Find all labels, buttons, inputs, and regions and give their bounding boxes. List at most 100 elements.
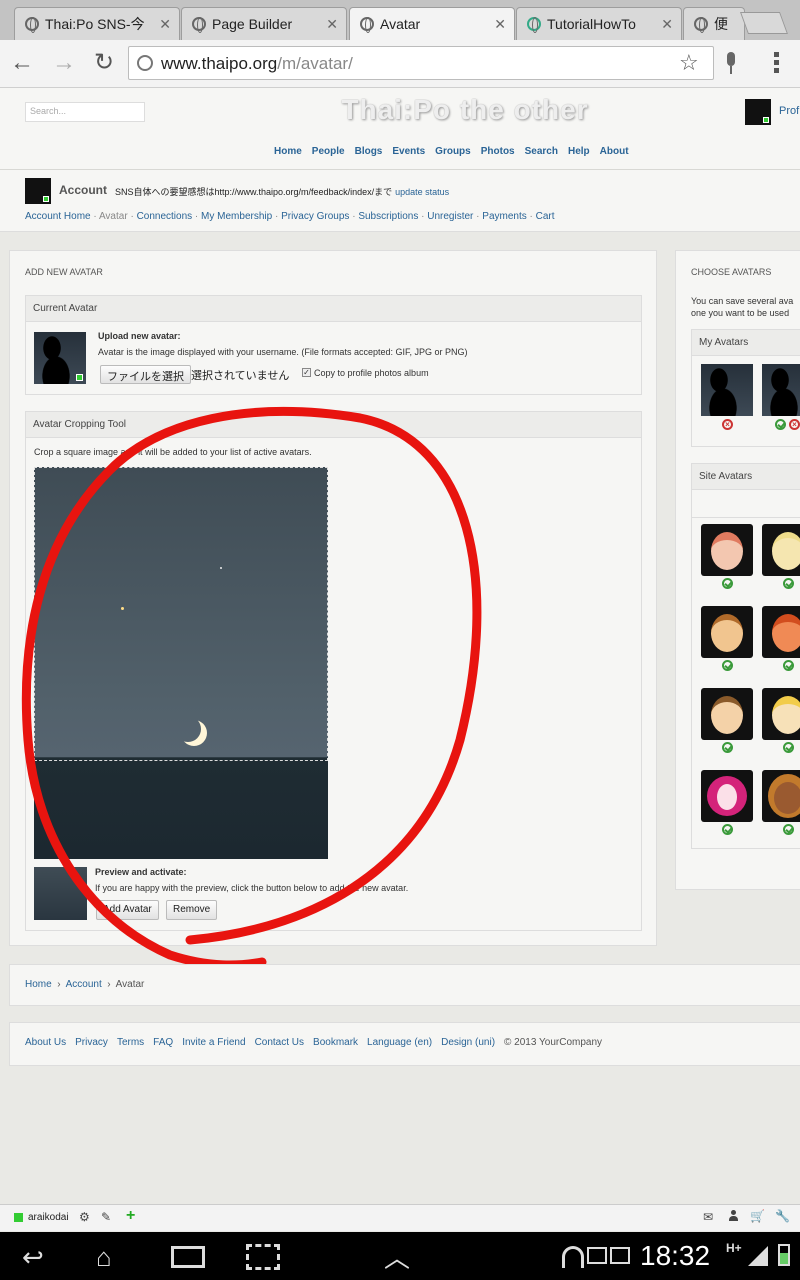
subnav-cart[interactable]: Cart (536, 211, 555, 222)
subnav-connections[interactable]: Connections (137, 211, 193, 222)
user-icon[interactable] (728, 1209, 738, 1221)
close-icon[interactable]: ✕ (494, 8, 506, 40)
browser-tab[interactable]: Page Builder ✕ (181, 7, 347, 40)
close-icon[interactable]: ✕ (326, 8, 338, 40)
reload-icon[interactable]: ↻ (94, 50, 114, 76)
select-avatar-icon[interactable] (722, 824, 733, 835)
profile-avatar[interactable] (745, 99, 771, 125)
subnav-privacy-groups[interactable]: Privacy Groups (281, 211, 349, 222)
select-avatar-icon[interactable] (722, 578, 733, 589)
remove-button[interactable]: Remove (166, 900, 218, 920)
subnav-my-membership[interactable]: My Membership (201, 211, 272, 222)
update-status-link[interactable]: update status (395, 187, 449, 197)
select-avatar-icon[interactable] (775, 419, 786, 430)
edit-icon[interactable]: ✎ (101, 1210, 111, 1224)
select-avatar-icon[interactable] (783, 660, 794, 671)
nav-groups[interactable]: Groups (435, 146, 471, 157)
footer-about-us[interactable]: About Us (25, 1037, 66, 1048)
address-bar[interactable]: www.thaipo.org/m/avatar/ ☆ (128, 46, 714, 80)
add-avatar-button[interactable]: Add Avatar (96, 900, 159, 920)
nav-search[interactable]: Search (525, 146, 558, 157)
clock: 18:32 (640, 1240, 711, 1271)
delete-avatar-icon[interactable]: × (789, 419, 800, 430)
subnav-account-home[interactable]: Account Home (25, 211, 91, 222)
browser-tab-strip: Thai:Po SNS-今 ✕ Page Builder ✕ Avatar ✕ Tut… (0, 0, 800, 40)
microphone-icon[interactable] (724, 52, 738, 74)
close-icon[interactable]: ✕ (159, 8, 171, 40)
footer-terms[interactable]: Terms (117, 1037, 144, 1048)
my-avatar-thumb[interactable] (701, 364, 753, 416)
breadcrumb-current: Avatar (115, 979, 145, 990)
footer-invite-friend[interactable]: Invite a Friend (182, 1037, 245, 1048)
crop-selection[interactable] (34, 467, 328, 761)
footer-faq[interactable]: FAQ (153, 1037, 173, 1048)
up-chevron-icon[interactable]: ︿ (384, 1238, 410, 1275)
profile-link[interactable]: Prof (779, 105, 799, 117)
globe-icon (694, 17, 708, 33)
back-nav-icon[interactable]: ↩ (22, 1242, 44, 1273)
back-icon[interactable]: ← (10, 50, 34, 76)
breadcrumb-home[interactable]: Home (25, 979, 52, 990)
online-indicator (43, 196, 49, 202)
site-avatar-thumb[interactable] (701, 524, 753, 576)
add-icon[interactable]: + (126, 1207, 135, 1225)
footer-design[interactable]: Design (uni) (441, 1037, 495, 1048)
nav-people[interactable]: People (312, 146, 345, 157)
browser-tab[interactable]: 便 (683, 7, 745, 40)
site-avatar-thumb[interactable] (762, 770, 800, 822)
crop-image[interactable] (34, 467, 328, 859)
nav-photos[interactable]: Photos (481, 146, 515, 157)
username-link[interactable]: araikodai (28, 1212, 69, 1223)
site-avatar-thumb[interactable] (701, 606, 753, 658)
site-icon (527, 17, 541, 33)
footer-bookmark[interactable]: Bookmark (313, 1037, 358, 1048)
url-text: www.thaipo.org/m/avatar/ (161, 54, 353, 73)
select-avatar-icon[interactable] (722, 742, 733, 753)
site-avatar-thumb[interactable] (762, 606, 800, 658)
subnav-subscriptions[interactable]: Subscriptions (358, 211, 418, 222)
overflow-menu-icon[interactable] (774, 52, 780, 76)
select-avatar-icon[interactable] (783, 578, 794, 589)
new-tab-button[interactable] (739, 12, 789, 34)
crop-instructions: Crop a square image and it will be added… (34, 447, 312, 457)
select-avatar-icon[interactable] (783, 824, 794, 835)
account-avatar[interactable] (25, 178, 51, 204)
site-avatar-thumb[interactable] (762, 688, 800, 740)
forward-icon[interactable]: → (52, 50, 76, 76)
subnav-payments[interactable]: Payments (482, 211, 526, 222)
nav-blogs[interactable]: Blogs (355, 146, 383, 157)
delete-avatar-icon[interactable]: × (722, 419, 733, 430)
nav-help[interactable]: Help (568, 146, 590, 157)
breadcrumb-account[interactable]: Account (66, 979, 102, 990)
nav-events[interactable]: Events (392, 146, 425, 157)
nav-home[interactable]: Home (274, 146, 302, 157)
copy-to-album-checkbox[interactable]: ✓ (302, 368, 311, 377)
site-avatars-box: Site Avatars (691, 463, 800, 849)
site-avatar-thumb[interactable] (701, 770, 753, 822)
recent-apps-icon[interactable] (171, 1246, 205, 1268)
my-avatar-thumb[interactable] (762, 364, 800, 416)
bookmark-star-icon[interactable]: ☆ (679, 50, 699, 76)
site-avatar-thumb[interactable] (701, 688, 753, 740)
select-avatar-icon[interactable] (783, 742, 794, 753)
close-icon[interactable]: ✕ (661, 8, 673, 40)
browser-tab-active[interactable]: Avatar ✕ (349, 7, 515, 40)
select-avatar-icon[interactable] (722, 660, 733, 671)
system-navigation-bar: ↩ ⌂ ︿ 18:32 H+ (0, 1232, 800, 1280)
site-avatar-thumb[interactable] (762, 524, 800, 576)
browser-tab[interactable]: TutorialHowTo ✕ (516, 7, 682, 40)
browser-tab[interactable]: Thai:Po SNS-今 ✕ (14, 7, 180, 40)
gear-icon[interactable]: ⚙ (79, 1210, 90, 1224)
subnav-unregister[interactable]: Unregister (427, 211, 473, 222)
screenshot-icon[interactable] (246, 1244, 280, 1270)
site-title[interactable]: Thai:Po the other (0, 94, 800, 126)
cart-icon[interactable]: 🛒 (750, 1209, 765, 1223)
footer-privacy[interactable]: Privacy (75, 1037, 108, 1048)
footer-language[interactable]: Language (en) (367, 1037, 432, 1048)
mail-icon[interactable]: ✉ (703, 1210, 713, 1224)
footer-contact-us[interactable]: Contact Us (255, 1037, 304, 1048)
nav-about[interactable]: About (600, 146, 629, 157)
wrench-icon[interactable]: 🔧 (775, 1209, 790, 1223)
home-nav-icon[interactable]: ⌂ (96, 1242, 112, 1273)
choose-file-button[interactable]: ファイルを選択 (100, 365, 191, 384)
